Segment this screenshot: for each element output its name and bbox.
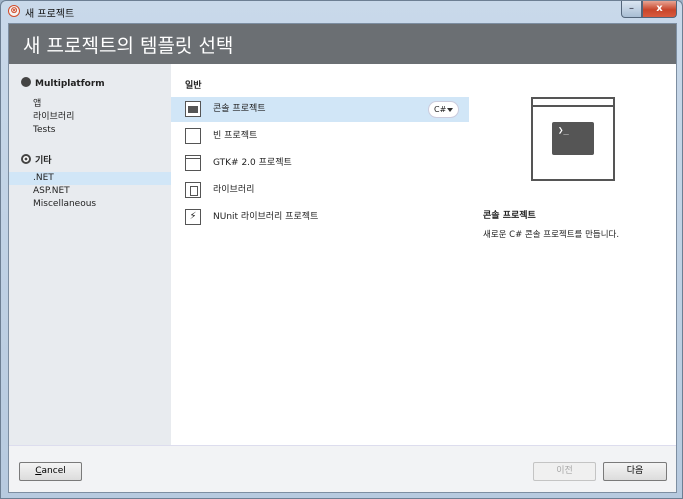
dialog-content: 새 프로젝트의 템플릿 선택 Multiplatform 앱 라이브러리 Tes… (8, 23, 677, 493)
page-title: 새 프로젝트의 템플릿 선택 (23, 35, 234, 57)
category-label: Multiplatform (35, 79, 105, 89)
language-value: C# (434, 105, 447, 114)
blank-icon (185, 128, 201, 144)
app-icon: ⊗ (8, 5, 20, 17)
console-icon (185, 101, 201, 117)
preview-title: 콘솔 프로젝트 (483, 211, 536, 221)
template-console-project[interactable]: 콘솔 프로젝트 C# (171, 97, 469, 122)
library-icon (185, 182, 201, 198)
category-multiplatform[interactable]: Multiplatform (21, 77, 105, 89)
cancel-label: ancel (41, 466, 66, 476)
preview-description: 새로운 C# 콘솔 프로젝트를 만듭니다. (483, 230, 620, 240)
nunit-icon: ⚡ (185, 209, 201, 225)
minimize-button[interactable]: – (621, 1, 642, 18)
category-label: 기타 (35, 156, 52, 166)
sidebar-item-aspnet[interactable]: ASP.NET (9, 185, 171, 198)
section-label: 일반 (185, 81, 202, 91)
sidebar-item-dotnet[interactable]: .NET (9, 172, 171, 185)
sidebar-item-misc[interactable]: Miscellaneous (9, 198, 171, 211)
template-label: NUnit 라이브러리 프로젝트 (213, 212, 319, 222)
template-label: 빈 프로젝트 (213, 131, 258, 141)
multiplatform-icon (21, 77, 31, 87)
title-bar[interactable]: ⊗ 새 프로젝트 – x (1, 1, 682, 23)
preview-window-icon: ❯_ (531, 97, 615, 181)
dialog-header: 새 프로젝트의 템플릿 선택 (9, 24, 676, 64)
category-other[interactable]: 기타 (21, 153, 52, 166)
cancel-button[interactable]: Cancel (19, 462, 82, 481)
template-list: 일반 콘솔 프로젝트 C# 빈 프로젝트 GTK# 2.0 프로젝트 라이브러리 (171, 64, 469, 445)
template-preview: ❯_ 콘솔 프로젝트 새로운 C# 콘솔 프로젝트를 만듭니다. (469, 64, 676, 445)
template-blank-project[interactable]: 빈 프로젝트 (171, 124, 469, 149)
sidebar-item-tests[interactable]: Tests (9, 124, 171, 137)
template-label: 콘솔 프로젝트 (213, 104, 266, 114)
template-label: 라이브러리 (213, 185, 255, 195)
dialog-window: ⊗ 새 프로젝트 – x 새 프로젝트의 템플릿 선택 Multiplatfor… (0, 0, 683, 499)
gtk-window-icon (185, 155, 201, 171)
previous-button[interactable]: 이전 (533, 462, 596, 481)
caret-down-icon (447, 108, 453, 112)
terminal-icon: ❯_ (552, 122, 594, 155)
sidebar-item-app[interactable]: 앱 (9, 98, 171, 111)
language-dropdown[interactable]: C# (428, 101, 459, 118)
sidebar-item-library[interactable]: 라이브러리 (9, 111, 171, 124)
template-gtk-project[interactable]: GTK# 2.0 프로젝트 (171, 151, 469, 176)
template-nunit-library[interactable]: ⚡ NUnit 라이브러리 프로젝트 (171, 205, 469, 230)
category-sidebar: Multiplatform 앱 라이브러리 Tests 기타 .NET ASP.… (9, 64, 171, 445)
next-button[interactable]: 다음 (603, 462, 667, 481)
template-library[interactable]: 라이브러리 (171, 178, 469, 203)
close-button[interactable]: x (642, 1, 677, 18)
dialog-footer: Cancel 이전 다음 (9, 445, 676, 492)
window-title: 새 프로젝트 (25, 9, 75, 20)
other-icon (21, 154, 31, 164)
template-label: GTK# 2.0 프로젝트 (213, 158, 292, 168)
